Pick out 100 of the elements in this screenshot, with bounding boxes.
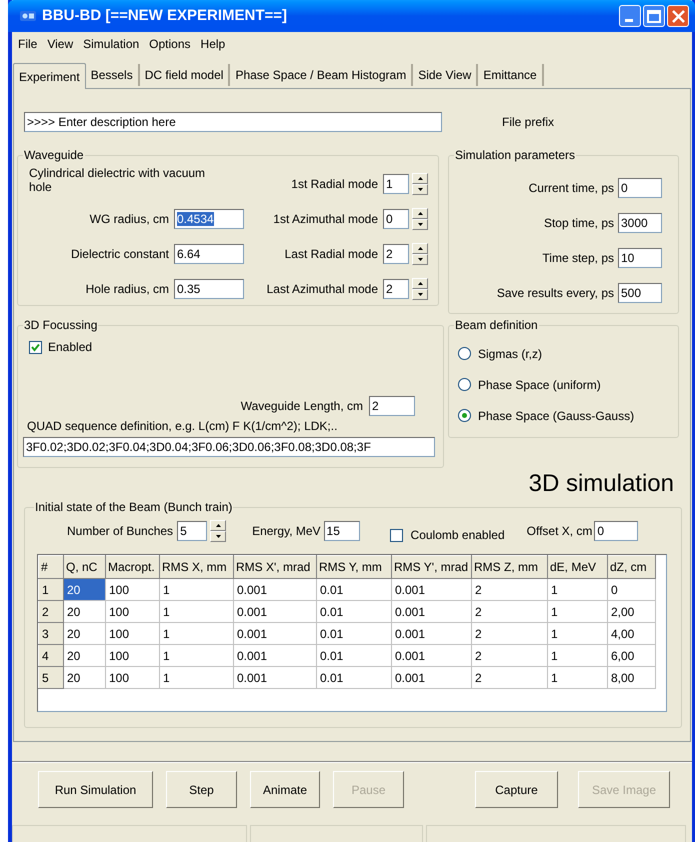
spin-down-button[interactable] bbox=[412, 254, 428, 264]
table-cell: 0.001 bbox=[392, 578, 472, 600]
column-header[interactable]: dE, MeV bbox=[548, 556, 608, 578]
table-cell: 0.001 bbox=[234, 666, 316, 688]
close-button[interactable] bbox=[667, 5, 689, 27]
input-field[interactable]: 1 bbox=[383, 174, 409, 194]
input-field[interactable]: 0 bbox=[618, 178, 662, 198]
heading: 3D simulation bbox=[528, 470, 674, 498]
field-label: Save results every, ps bbox=[496, 284, 614, 302]
table-cell: 20 bbox=[64, 622, 106, 644]
row-header[interactable]: 4 bbox=[38, 644, 64, 666]
input-field[interactable]: >>>> Enter description here bbox=[24, 112, 442, 132]
spin-down-button[interactable] bbox=[412, 288, 428, 300]
table-cell: 1 bbox=[160, 622, 234, 644]
column-header[interactable]: RMS X, mm bbox=[160, 556, 234, 578]
push-button[interactable]: Capture bbox=[475, 771, 558, 808]
table-cell: 20 bbox=[64, 666, 106, 688]
table-cell: 20 bbox=[64, 578, 106, 600]
tab[interactable]: Phase Space / Beam Histogram bbox=[230, 64, 414, 86]
field-label: Offset X, cm bbox=[526, 523, 592, 540]
column-header[interactable]: RMS Z, mm bbox=[472, 556, 548, 578]
table-cell: 2 bbox=[472, 578, 548, 600]
field-label: Time step, ps bbox=[542, 250, 614, 266]
column-header[interactable]: dZ, cm bbox=[608, 556, 656, 578]
up-arrow-icon bbox=[418, 176, 422, 180]
input-field[interactable]: 2 bbox=[369, 396, 415, 416]
tab[interactable]: DC field model bbox=[140, 64, 230, 86]
spin-down-button[interactable] bbox=[412, 184, 428, 194]
push-button[interactable]: Run Simulation bbox=[38, 771, 153, 808]
input-field[interactable]: 5 bbox=[177, 521, 208, 541]
spin-down-button[interactable] bbox=[412, 218, 428, 230]
menu-item[interactable]: Options bbox=[144, 35, 196, 53]
spin-down-button[interactable] bbox=[210, 531, 226, 542]
row-header[interactable]: 2 bbox=[38, 600, 64, 622]
input-field[interactable]: 0.4534 bbox=[174, 208, 244, 228]
input-field[interactable]: 3000 bbox=[618, 212, 662, 232]
spin-up-button[interactable] bbox=[412, 208, 428, 218]
minimize-button[interactable] bbox=[619, 5, 641, 27]
input-field[interactable]: 3F0.02;3D0.02;3F0.04;3D0.04;3F0.06;3D0.06;3F0.08;3D0.08;3F bbox=[23, 437, 435, 457]
tab[interactable]: Side View bbox=[413, 64, 478, 86]
column-header[interactable]: # bbox=[38, 556, 64, 578]
table-cell: 0.001 bbox=[392, 666, 472, 688]
menu-item[interactable]: View bbox=[42, 35, 78, 53]
checkbox[interactable] bbox=[29, 340, 42, 354]
group-title: 3D Focussing bbox=[23, 317, 98, 334]
spin-up-button[interactable] bbox=[412, 242, 428, 254]
tab[interactable]: Bessels bbox=[86, 64, 140, 86]
down-arrow-icon bbox=[418, 258, 422, 260]
input-field[interactable]: 10 bbox=[618, 248, 662, 268]
checkbox-label: Coulomb enabled bbox=[410, 527, 505, 544]
table-cell: 1 bbox=[548, 666, 608, 688]
spin-up-button[interactable] bbox=[210, 520, 226, 531]
input-field[interactable]: 2 bbox=[383, 278, 409, 298]
down-arrow-icon bbox=[418, 222, 422, 226]
row-header[interactable]: 3 bbox=[38, 622, 64, 644]
table-cell: 1 bbox=[548, 622, 608, 644]
tab[interactable]: Experiment bbox=[13, 63, 86, 89]
column-header[interactable]: Q, nC bbox=[64, 556, 106, 578]
up-arrow-icon bbox=[418, 246, 422, 250]
input-field[interactable]: 0.35 bbox=[174, 278, 244, 298]
table-cell: 6,00 bbox=[608, 644, 656, 666]
table-cell: 20 bbox=[64, 600, 106, 622]
spin-up-button[interactable] bbox=[412, 278, 428, 288]
field-label: WG radius, cm bbox=[90, 210, 169, 228]
maximize-button[interactable] bbox=[643, 5, 665, 27]
table-cell: 0.01 bbox=[316, 622, 392, 644]
down-arrow-icon bbox=[216, 535, 221, 538]
row-header[interactable]: 1 bbox=[38, 578, 64, 600]
menu-item[interactable]: Simulation bbox=[78, 35, 144, 53]
input-field[interactable]: 6.64 bbox=[174, 244, 244, 264]
input-field[interactable]: 0 bbox=[594, 521, 638, 541]
group-title: Waveguide bbox=[23, 147, 85, 164]
table-cell: 0.01 bbox=[316, 578, 392, 600]
spin-up-button[interactable] bbox=[412, 172, 428, 184]
radio-button[interactable] bbox=[458, 409, 471, 422]
input-field[interactable]: 2 bbox=[383, 244, 409, 264]
input-field[interactable]: 0 bbox=[383, 208, 409, 228]
column-header[interactable]: Macropt. bbox=[106, 556, 160, 578]
down-arrow-icon bbox=[418, 292, 422, 296]
push-button[interactable]: Step bbox=[166, 771, 237, 808]
tab[interactable]: Emittance bbox=[478, 64, 544, 86]
radio-button[interactable] bbox=[458, 347, 471, 360]
field-label: File prefix bbox=[502, 114, 554, 131]
table-cell: 0.01 bbox=[316, 666, 392, 688]
column-header[interactable]: RMS Y', mrad bbox=[392, 556, 472, 578]
field-label: Last Azimuthal mode bbox=[266, 280, 378, 298]
table-cell: 1 bbox=[160, 644, 234, 666]
input-field[interactable]: 500 bbox=[618, 282, 662, 302]
input-field[interactable]: 15 bbox=[324, 521, 360, 541]
radio-button[interactable] bbox=[458, 378, 471, 391]
table-cell: 0.001 bbox=[392, 600, 472, 622]
table-cell: 0.001 bbox=[392, 644, 472, 666]
row-header[interactable]: 5 bbox=[38, 666, 64, 688]
table-cell: 4,00 bbox=[608, 622, 656, 644]
push-button[interactable]: Animate bbox=[250, 771, 320, 808]
menu-item[interactable]: File bbox=[13, 35, 42, 53]
menu-item[interactable]: Help bbox=[196, 35, 230, 53]
column-header[interactable]: RMS Y, mm bbox=[316, 556, 392, 578]
column-header[interactable]: RMS X', mrad bbox=[234, 556, 316, 578]
checkbox[interactable] bbox=[390, 528, 403, 542]
